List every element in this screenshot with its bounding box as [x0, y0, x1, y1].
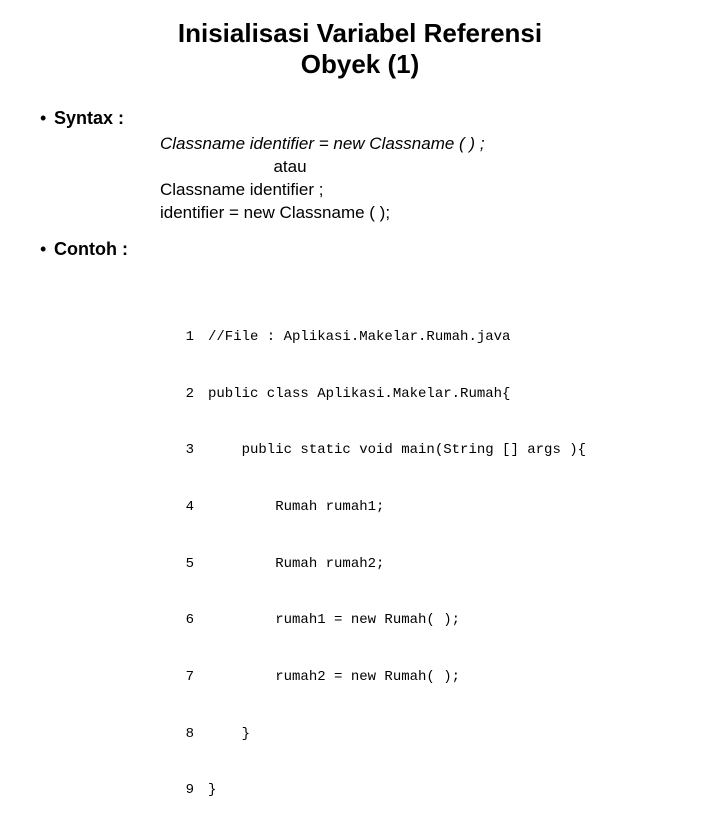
code-line: 3 public static void main(String [] args…	[180, 441, 680, 460]
code-text: public class Aplikasi.Makelar.Rumah{	[208, 385, 680, 404]
line-number: 4	[180, 498, 208, 517]
syntax-label: Syntax :	[54, 108, 124, 129]
code-text: rumah2 = new Rumah( );	[208, 668, 680, 687]
line-number: 1	[180, 328, 208, 347]
syntax-atau: atau	[160, 156, 420, 179]
code-line: 8 }	[180, 725, 680, 744]
line-number: 7	[180, 668, 208, 687]
contoh-label: Contoh :	[54, 239, 128, 260]
title-line-2: Obyek (1)	[40, 49, 680, 80]
code-line: 6 rumah1 = new Rumah( );	[180, 611, 680, 630]
line-number: 6	[180, 611, 208, 630]
code-text: }	[208, 781, 680, 800]
slide-title: Inisialisasi Variabel Referensi Obyek (1…	[40, 18, 680, 80]
syntax-block: Classname identifier = new Classname ( )…	[160, 133, 680, 225]
syntax-line-3: Classname identifier ;	[160, 179, 680, 202]
bullet-dot-icon: •	[40, 109, 54, 127]
code-line: 2public class Aplikasi.Makelar.Rumah{	[180, 385, 680, 404]
line-number: 9	[180, 781, 208, 800]
code-text: Rumah rumah1;	[208, 498, 680, 517]
line-number: 5	[180, 555, 208, 574]
line-number: 2	[180, 385, 208, 404]
syntax-line-4: identifier = new Classname ( );	[160, 202, 680, 225]
code-text: public static void main(String [] args )…	[208, 441, 680, 460]
bullet-syntax: • Syntax :	[40, 108, 680, 129]
code-line: 9}	[180, 781, 680, 800]
syntax-line-1: Classname identifier = new Classname ( )…	[160, 133, 680, 156]
code-text: Rumah rumah2;	[208, 555, 680, 574]
line-number: 8	[180, 725, 208, 744]
line-number: 3	[180, 441, 208, 460]
bullet-dot-icon: •	[40, 240, 54, 258]
code-text: rumah1 = new Rumah( );	[208, 611, 680, 630]
title-line-1: Inisialisasi Variabel Referensi	[40, 18, 680, 49]
code-line: 7 rumah2 = new Rumah( );	[180, 668, 680, 687]
code-text: //File : Aplikasi.Makelar.Rumah.java	[208, 328, 680, 347]
code-line: 4 Rumah rumah1;	[180, 498, 680, 517]
code-text: }	[208, 725, 680, 744]
code-block: 1//File : Aplikasi.Makelar.Rumah.java 2p…	[180, 290, 680, 819]
code-line: 1//File : Aplikasi.Makelar.Rumah.java	[180, 328, 680, 347]
code-line: 5 Rumah rumah2;	[180, 555, 680, 574]
bullet-contoh: • Contoh :	[40, 239, 680, 260]
